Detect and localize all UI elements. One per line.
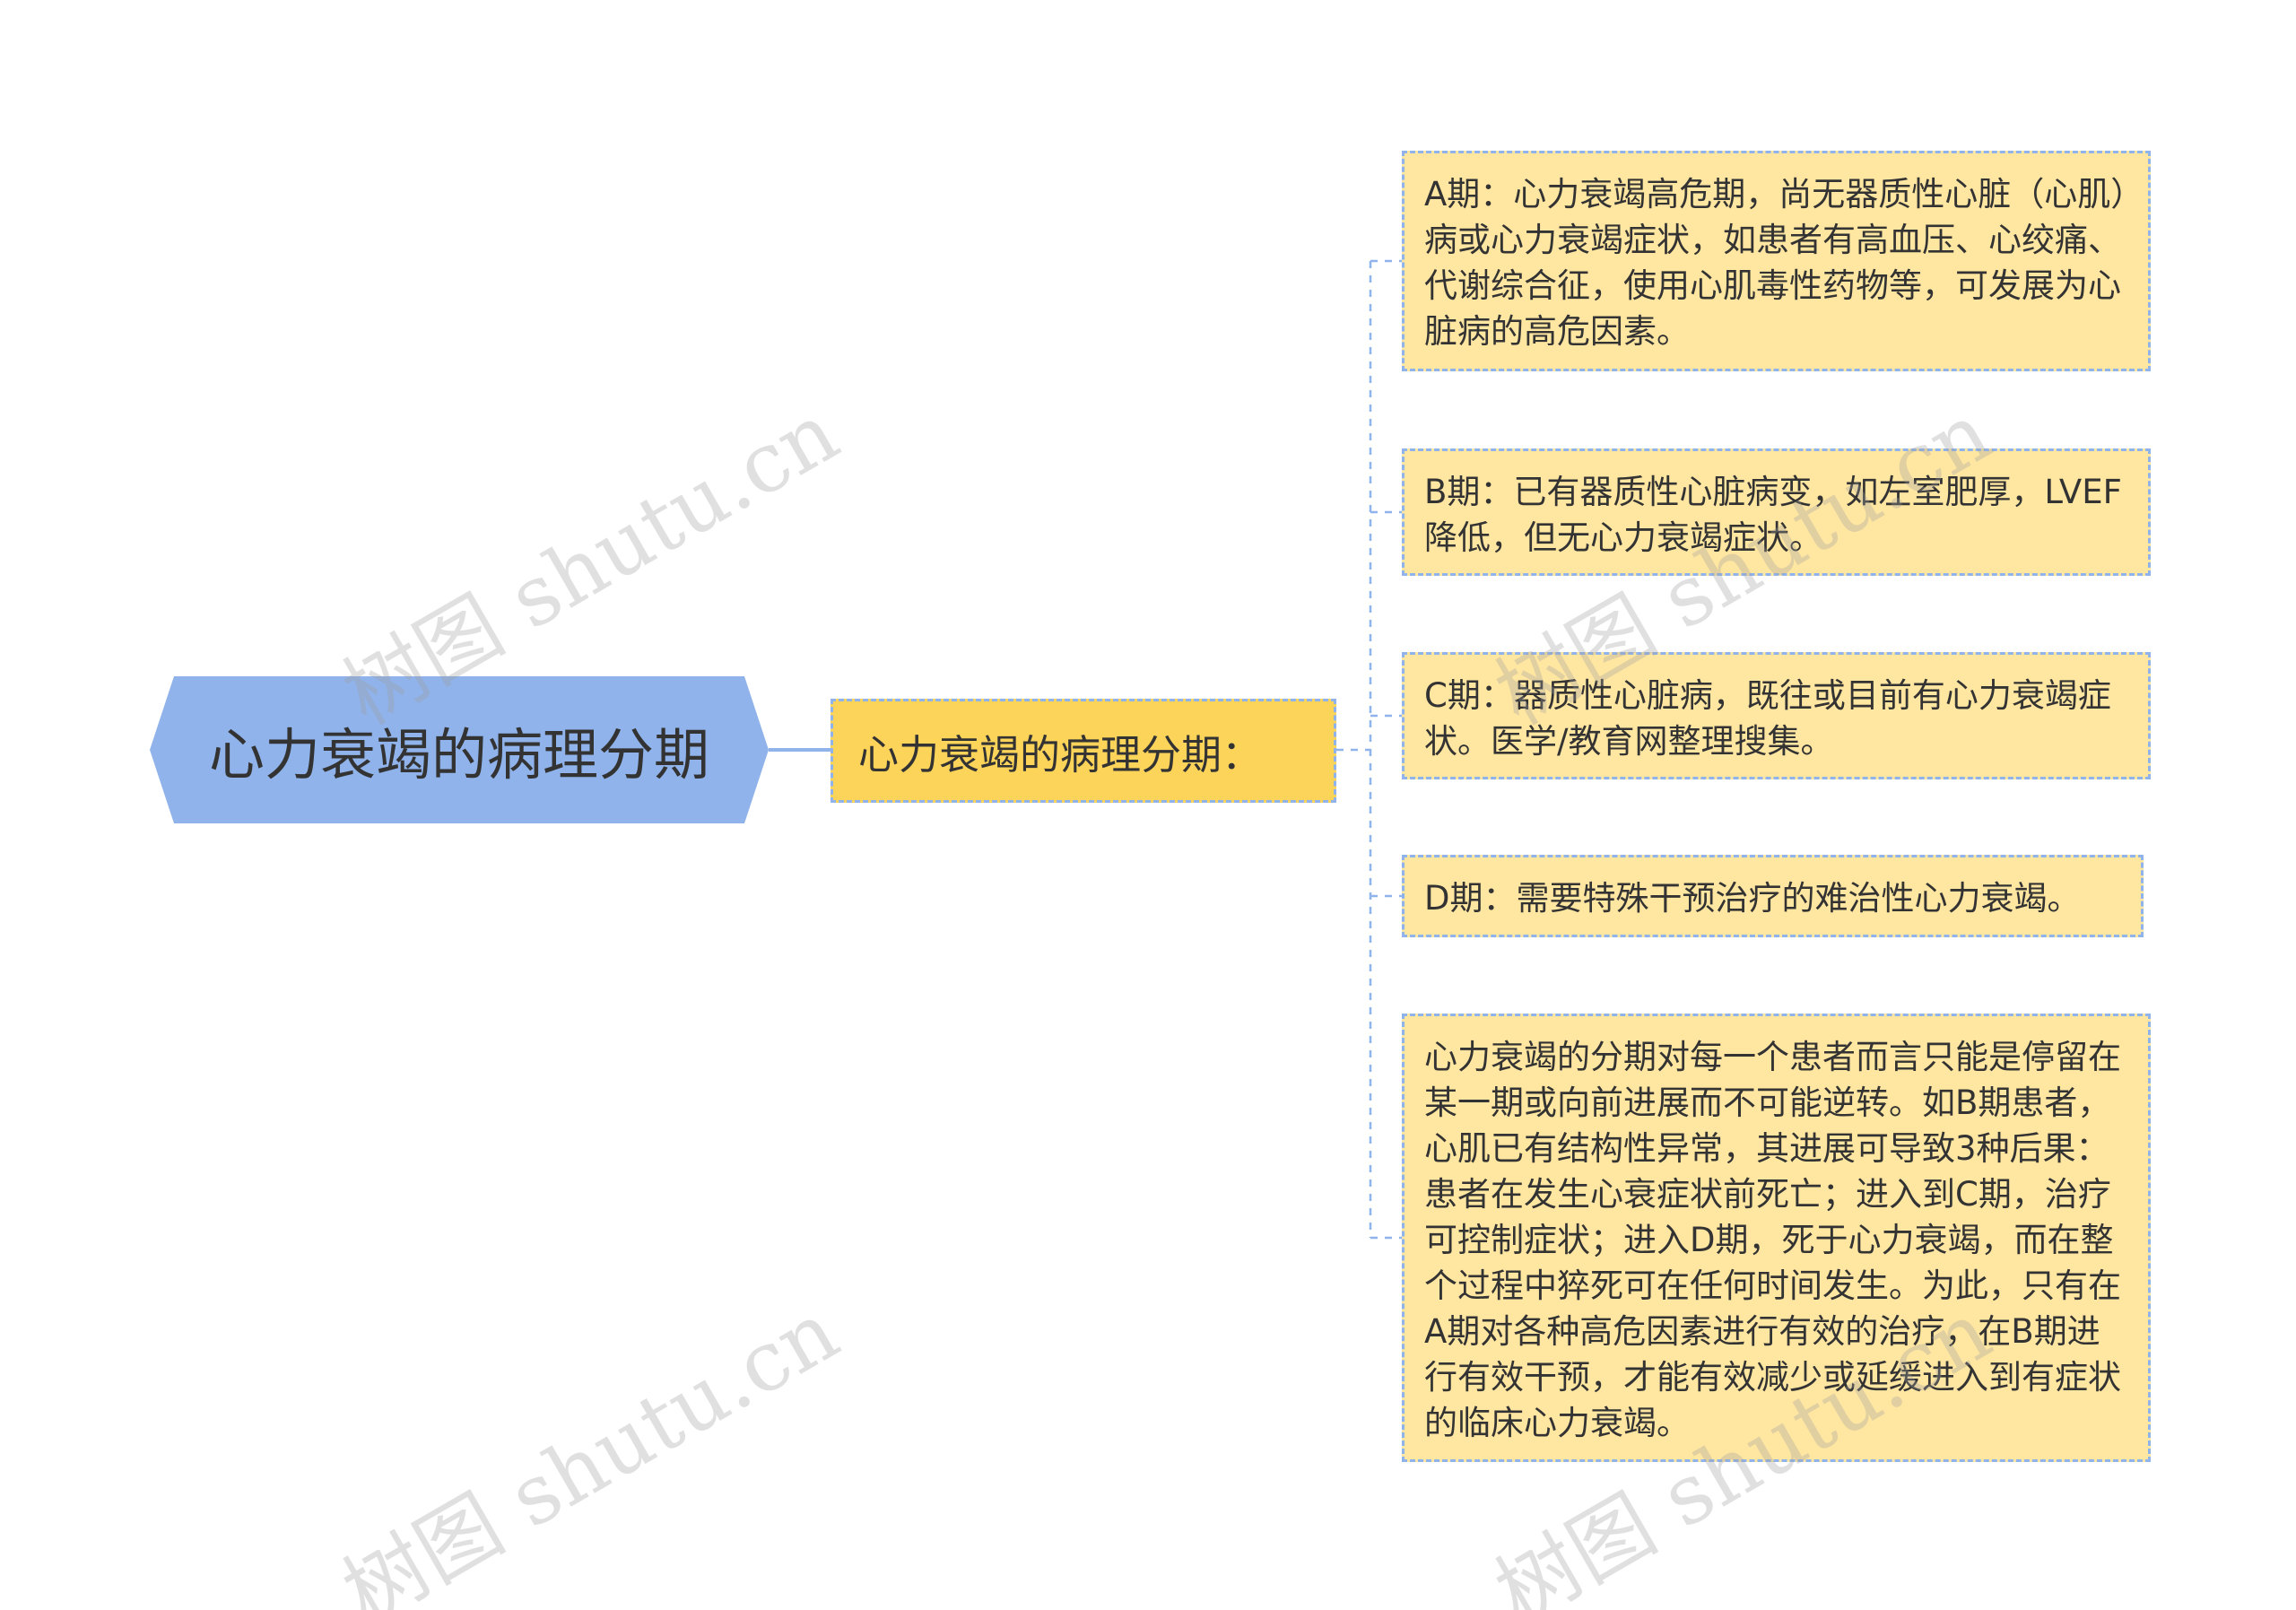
leaf-node-stage-c[interactable]: C期：器质性心脏病，既往或目前有心力衰竭症状。医学/教育网整理搜集。 [1402, 652, 2151, 779]
leaf-node-stage-d[interactable]: D期：需要特殊干预治疗的难治性心力衰竭。 [1402, 855, 2144, 937]
leaf-node-stage-a[interactable]: A期：心力衰竭高危期，尚无器质性心脏（心肌）病或心力衰竭症状，如患者有高血压、心… [1402, 151, 2151, 371]
topic-node[interactable]: 心力衰竭的病理分期： [831, 699, 1336, 803]
leaf-node-text: 心力衰竭的分期对每一个患者而言只能是停留在某一期或向前进展而不可能逆转。如B期患… [1424, 1038, 2121, 1442]
root-node-label: 心力衰竭的病理分期 [208, 722, 709, 788]
leaf-node-stage-b[interactable]: B期：已有器质性心脏病变，如左室肥厚，LVEF降低，但无心力衰竭症状。 [1402, 448, 2151, 576]
leaf-node-text: D期：需要特殊干预治疗的难治性心力衰竭。 [1424, 879, 2081, 918]
topic-node-label: 心力衰竭的病理分期： [858, 730, 1263, 779]
leaf-node-staging-note[interactable]: 心力衰竭的分期对每一个患者而言只能是停留在某一期或向前进展而不可能逆转。如B期患… [1402, 1014, 2151, 1462]
leaf-node-text: A期：心力衰竭高危期，尚无器质性心脏（心肌）病或心力衰竭症状，如患者有高血压、心… [1424, 175, 2127, 351]
leaf-node-text: B期：已有器质性心脏病变，如左室肥厚，LVEF降低，但无心力衰竭症状。 [1424, 473, 2122, 557]
leaf-node-text: C期：器质性心脏病，既往或目前有心力衰竭症状。医学/教育网整理搜集。 [1424, 676, 2111, 761]
mindmap-canvas: 心力衰竭的病理分期 心力衰竭的病理分期： A期：心力衰竭高危期，尚无器质性心脏（… [0, 0, 2296, 1610]
root-node[interactable]: 心力衰竭的病理分期 [150, 676, 769, 823]
